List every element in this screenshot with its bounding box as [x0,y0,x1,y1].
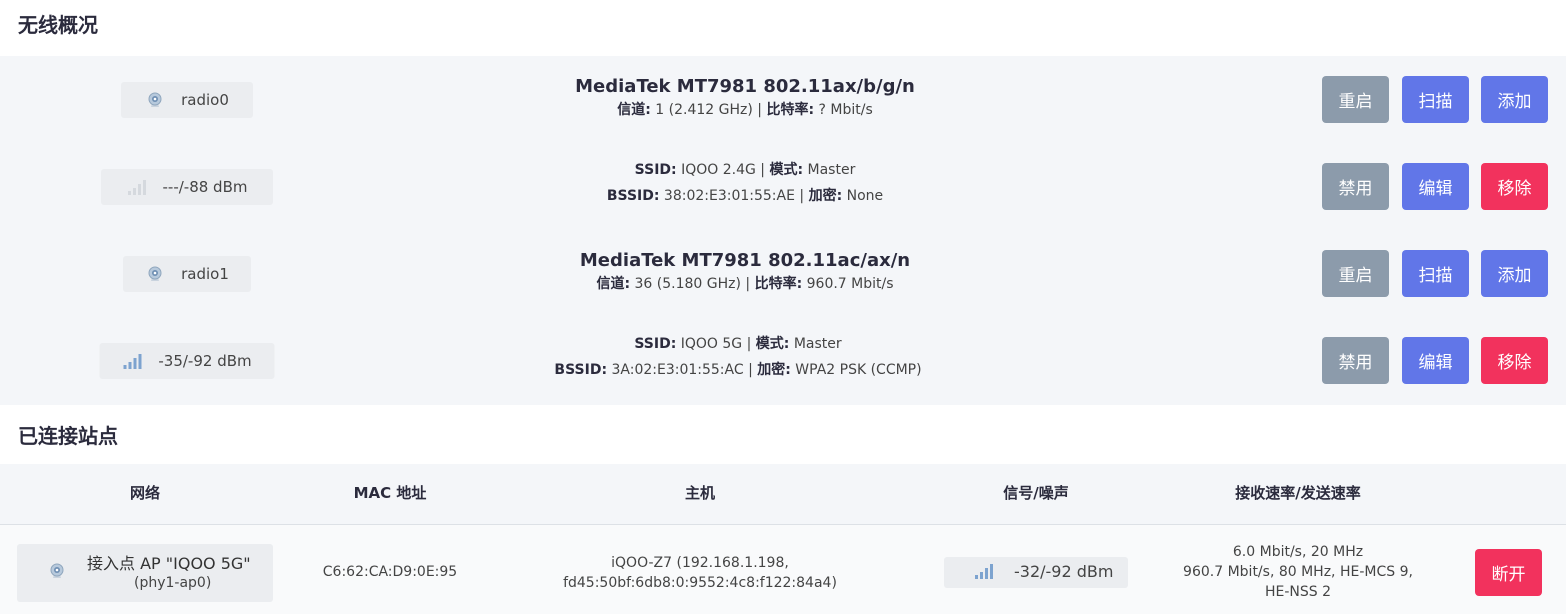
iface-info: SSID: IQOO 2.4G | 模式: Master BSSID: 38:0… [607,143,883,209]
tx-rate: 960.7 Mbit/s, 80 MHz, HE-MCS 9, [1183,564,1413,580]
bssid-label: BSSID: [554,362,608,378]
rate-cell: 6.0 Mbit/s, 20 MHz 960.7 Mbit/s, 80 MHz,… [1183,542,1413,602]
mac-address: C6:62:CA:D9:0E:95 [322,564,458,580]
mode-value: Master [803,162,856,178]
stations-table-header: 网络 MAC 地址 主机 信号/噪声 接收速率/发送速率 [0,464,1566,525]
add-button[interactable]: 添加 [1481,76,1548,123]
column-header-mac: MAC 地址 [353,484,427,502]
device-name: MediaTek MT7981 802.11ax/b/g/n [575,76,915,97]
radio-details: 信道: 1 (2.412 GHz) | 比特率: ? Mbit/s [575,99,915,121]
bssid-value: 3A:02:E3:01:55:AC | [607,362,758,378]
network-name: 接入点 AP "IQOO 5G" [87,554,251,573]
bitrate-label: 比特率: [754,276,803,292]
ssid-value: IQOO 5G | [676,336,756,352]
rx-rate: 6.0 Mbit/s, 20 MHz [1232,544,1364,560]
mode-value: Master [789,336,842,352]
tx-rate-cont: HE-NSS 2 [1264,584,1332,600]
wifi-radio-icon [47,562,67,580]
radio-badge: radio0 [121,81,253,118]
edit-button[interactable]: 编辑 [1402,337,1469,384]
connected-stations-title: 已连接站点 [18,424,118,448]
network-interface: (phy1-ap0) [134,575,212,591]
radio-badge-label: radio0 [181,90,229,109]
signal-strong-icon [974,562,994,580]
signal-badge: ---/-88 dBm [101,168,273,205]
bssid-label: BSSID: [606,188,660,204]
network-badge: 接入点 AP "IQOO 5G" (phy1-ap0) [17,544,273,602]
encryption-label: 加密: [757,362,791,378]
signal-badge: -35/-92 dBm [99,342,275,379]
remove-button[interactable]: 移除 [1481,337,1548,384]
encryption-value: WPA2 PSK (CCMP) [790,362,922,378]
remove-button[interactable]: 移除 [1481,163,1548,210]
iface-row-iqoo-5g: -35/-92 dBm SSID: IQOO 5G | 模式: Master B… [0,317,1566,404]
disable-button[interactable]: 禁用 [1322,337,1389,384]
signal-value: -32/-92 dBm [1014,562,1114,581]
channel-value: 1 (2.412 GHz) | [650,102,767,118]
scan-button[interactable]: 扫描 [1402,76,1469,123]
bitrate-value: ? Mbit/s [814,102,873,118]
radio-info: MediaTek MT7981 802.11ac/ax/n 信道: 36 (5.… [580,230,910,295]
column-header-host: 主机 [684,484,716,502]
disable-button[interactable]: 禁用 [1322,163,1389,210]
channel-label: 信道: [617,102,651,118]
encryption-label: 加密: [808,188,843,204]
wireless-overview-title: 无线概况 [18,13,98,37]
iface-info: SSID: IQOO 5G | 模式: Master BSSID: 3A:02:… [554,317,921,383]
radio-details: 信道: 36 (5.180 GHz) | 比特率: 960.7 Mbit/s [580,273,910,295]
device-name: MediaTek MT7981 802.11ac/ax/n [579,250,911,271]
radio-info: MediaTek MT7981 802.11ax/b/g/n 信道: 1 (2.… [575,56,915,121]
host-address: fd45:50bf:6db8:0:9552:4c8:f122:84a4) [563,575,837,591]
wifi-radio-icon [145,91,165,109]
radio-row-radio1: radio1 MediaTek MT7981 802.11ac/ax/n 信道:… [0,230,1566,317]
bitrate-value: 960.7 Mbit/s [802,276,894,292]
wireless-overview-panel: radio0 MediaTek MT7981 802.11ax/b/g/n 信道… [0,56,1566,405]
restart-button[interactable]: 重启 [1322,250,1389,297]
signal-badge: -32/-92 dBm [944,557,1128,588]
bssid-line: BSSID: 38:02:E3:01:55:AE | 加密: None [607,183,883,209]
host-cell: iQOO-Z7 (192.168.1.198, fd45:50bf:6db8:0… [563,553,837,593]
radio-badge-label: radio1 [181,264,229,283]
ssid-line: SSID: IQOO 5G | 模式: Master [554,331,921,357]
ssid-label: SSID: [634,336,677,352]
iface-row-iqoo-2g: ---/-88 dBm SSID: IQOO 2.4G | 模式: Master… [0,143,1566,230]
radio-row-radio0: radio0 MediaTek MT7981 802.11ax/b/g/n 信道… [0,56,1566,143]
ssid-label: SSID: [634,162,677,178]
channel-value: 36 (5.180 GHz) | [630,276,755,292]
mode-label: 模式: [769,162,804,178]
ssid-value: IQOO 2.4G | [676,162,770,178]
ssid-line: SSID: IQOO 2.4G | 模式: Master [607,157,883,183]
table-row: 接入点 AP "IQOO 5G" (phy1-ap0) C6:62:CA:D9:… [0,525,1566,614]
mode-label: 模式: [755,336,790,352]
host-name: iQOO-Z7 (192.168.1.198, [611,555,789,571]
signal-badge-label: ---/-88 dBm [162,177,248,196]
signal-strong-icon [122,352,142,370]
wifi-radio-icon [145,265,165,283]
bssid-line: BSSID: 3A:02:E3:01:55:AC | 加密: WPA2 PSK … [554,357,921,383]
edit-button[interactable]: 编辑 [1402,163,1469,210]
bssid-value: 38:02:E3:01:55:AE | [659,188,809,204]
column-header-network: 网络 [129,484,161,502]
radio-badge: radio1 [123,255,251,292]
column-header-rate: 接收速率/发送速率 [1235,484,1361,502]
signal-none-icon [127,178,147,196]
disconnect-button[interactable]: 断开 [1475,549,1542,596]
add-button[interactable]: 添加 [1481,250,1548,297]
column-header-signal: 信号/噪声 [1003,484,1069,502]
encryption-value: None [842,188,884,204]
scan-button[interactable]: 扫描 [1402,250,1469,297]
restart-button[interactable]: 重启 [1322,76,1389,123]
channel-label: 信道: [596,276,631,292]
signal-badge-label: -35/-92 dBm [158,351,252,370]
bitrate-label: 比特率: [766,102,815,118]
